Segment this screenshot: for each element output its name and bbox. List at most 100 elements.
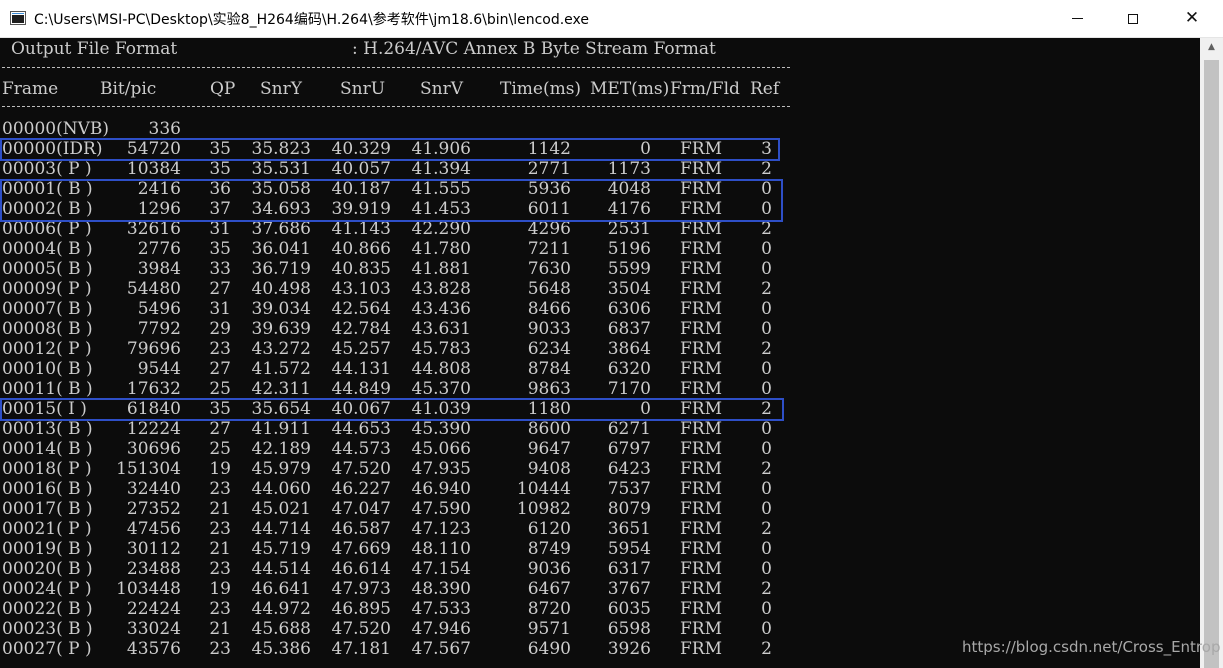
ref-cell: 0 xyxy=(761,419,772,439)
frame-cell: 00012( P ) xyxy=(2,339,92,359)
frame-cell: 00005( B ) xyxy=(2,259,93,279)
snrv-cell: 45.783 xyxy=(411,339,471,359)
ref-cell: 0 xyxy=(761,539,772,559)
ref-cell: 0 xyxy=(761,619,772,639)
time-cell: 10444 xyxy=(516,479,571,499)
bits-cell: 33024 xyxy=(126,619,181,639)
qp-cell: 23 xyxy=(209,599,231,619)
snry-cell: 35.531 xyxy=(251,159,311,179)
ref-cell: 0 xyxy=(761,479,772,499)
console-window-icon[interactable] xyxy=(10,11,26,25)
maximize-button[interactable] xyxy=(1105,0,1161,37)
time-cell: 6120 xyxy=(527,519,571,539)
table-row: 00003( P ) 10384 35 35.531 40.057 41.394 2771 1… xyxy=(0,159,1200,179)
ref-cell: 2 xyxy=(761,639,772,659)
snry-cell: 44.060 xyxy=(251,479,311,499)
snry-cell: 39.639 xyxy=(251,319,311,339)
table-row: 00020( B ) 23488 23 44.514 46.614 47.154 9036 6… xyxy=(0,559,1200,579)
frame-cell: 00021( P ) xyxy=(2,519,92,539)
highlight-box-idr xyxy=(0,138,780,161)
qp-cell: 19 xyxy=(209,459,231,479)
qp-cell: 19 xyxy=(209,579,231,599)
time-cell: 9571 xyxy=(527,619,571,639)
scroll-up-arrow-icon[interactable]: ▲ xyxy=(1200,38,1223,56)
console-output[interactable]: Output File Format : H.264/AVC Annex B B… xyxy=(0,38,1200,668)
met-cell: 6271 xyxy=(607,419,651,439)
bits-cell: 32440 xyxy=(126,479,181,499)
frame-cell: 00022( B ) xyxy=(2,599,93,619)
bits-cell: 22424 xyxy=(126,599,181,619)
table-row: 00019( B ) 30112 21 45.719 47.669 48.110 8749 5… xyxy=(0,539,1200,559)
met-cell: 7537 xyxy=(607,479,651,499)
frmfld-cell: FRM xyxy=(679,539,722,559)
frame-cell: 00023( B ) xyxy=(2,619,93,639)
frmfld-cell: FRM xyxy=(679,359,722,379)
table-row: 00011( B ) 17632 25 42.311 44.849 45.370 9863 7… xyxy=(0,379,1200,399)
ref-cell: 0 xyxy=(761,599,772,619)
frame-cell: 00004( B ) xyxy=(2,239,93,259)
time-cell: 9036 xyxy=(527,559,571,579)
snrv-cell: 41.394 xyxy=(411,159,471,179)
vertical-scrollbar[interactable]: ▲ xyxy=(1200,38,1223,668)
met-cell: 6317 xyxy=(607,559,651,579)
table-row: 00016( B ) 32440 23 44.060 46.227 46.940 10444… xyxy=(0,479,1200,499)
ref-cell: 0 xyxy=(761,499,772,519)
bits-cell: 9544 xyxy=(137,359,181,379)
bits-cell: 10384 xyxy=(126,159,181,179)
table-row: 00007( B ) 5496 31 39.034 42.564 43.436 8466 63… xyxy=(0,299,1200,319)
close-button[interactable]: ✕ xyxy=(1161,0,1223,37)
time-cell: 10982 xyxy=(516,499,571,519)
separator-line xyxy=(2,67,790,68)
header-frame: Frame xyxy=(2,79,59,99)
frmfld-cell: FRM xyxy=(679,339,722,359)
snru-cell: 46.895 xyxy=(331,599,391,619)
title-bar[interactable]: C:\Users\MSI-PC\Desktop\实验8_H264编码\H.264… xyxy=(0,0,1223,38)
frame-cell: 00014( B ) xyxy=(2,439,93,459)
met-cell: 6306 xyxy=(607,299,651,319)
snrv-cell: 47.154 xyxy=(411,559,471,579)
qp-cell: 23 xyxy=(209,519,231,539)
header-met: MET(ms) xyxy=(590,79,670,99)
frame-cell: 00003( P ) xyxy=(2,159,92,179)
ref-cell: 2 xyxy=(761,519,772,539)
snrv-cell: 47.935 xyxy=(411,459,471,479)
snry-cell: 36.041 xyxy=(251,239,311,259)
met-cell: 2531 xyxy=(607,219,651,239)
bits-cell: 103448 xyxy=(116,579,181,599)
minimize-button[interactable] xyxy=(1049,0,1105,37)
frmfld-cell: FRM xyxy=(679,459,722,479)
qp-cell: 27 xyxy=(209,419,231,439)
ref-cell: 2 xyxy=(761,279,772,299)
table-row: 00004( B ) 2776 35 36.041 40.866 41.780 7211 51… xyxy=(0,239,1200,259)
ref-cell: 2 xyxy=(761,339,772,359)
frame-cell: 00006( P ) xyxy=(2,219,92,239)
bits-cell: 12224 xyxy=(126,419,181,439)
snrv-cell: 41.881 xyxy=(411,259,471,279)
ref-cell: 2 xyxy=(761,579,772,599)
frame-cell: 00019( B ) xyxy=(2,539,93,559)
table-row: 00024( P ) 103448 19 46.641 47.973 48.390 6467… xyxy=(0,579,1200,599)
frame-cell: 00017( B ) xyxy=(2,499,93,519)
qp-cell: 35 xyxy=(209,239,231,259)
snry-cell: 45.719 xyxy=(251,539,311,559)
qp-cell: 27 xyxy=(209,279,231,299)
time-cell: 7211 xyxy=(527,239,571,259)
snru-cell: 44.131 xyxy=(331,359,391,379)
met-cell: 6320 xyxy=(607,359,651,379)
header-ref: Ref xyxy=(750,79,780,99)
scroll-thumb[interactable] xyxy=(1204,60,1219,668)
time-cell: 9033 xyxy=(527,319,571,339)
snry-cell: 36.719 xyxy=(251,259,311,279)
met-cell: 3926 xyxy=(607,639,651,659)
time-cell: 7630 xyxy=(527,259,571,279)
close-icon: ✕ xyxy=(1184,8,1200,28)
qp-cell: 27 xyxy=(209,359,231,379)
ref-cell: 2 xyxy=(761,219,772,239)
bits-cell: 3984 xyxy=(137,259,181,279)
console-window: C:\Users\MSI-PC\Desktop\实验8_H264编码\H.264… xyxy=(0,0,1223,668)
frmfld-cell: FRM xyxy=(679,379,722,399)
snrv-cell: 47.533 xyxy=(411,599,471,619)
snry-cell: 45.688 xyxy=(251,619,311,639)
format-label: Output File Format xyxy=(11,39,178,59)
snrv-cell: 43.436 xyxy=(411,299,471,319)
